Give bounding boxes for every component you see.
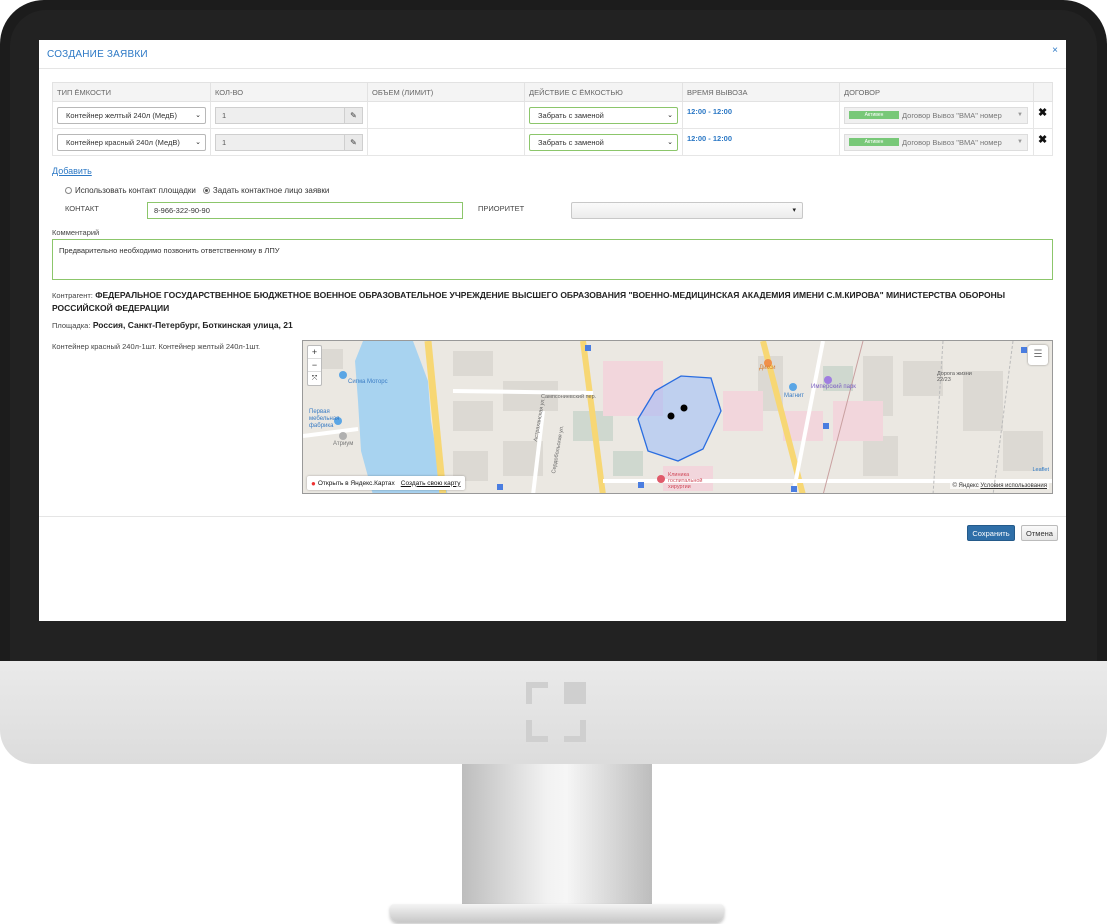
radio-use-site-contact[interactable]: Использовать контакт площадки — [65, 186, 196, 195]
map-label-street: Сампсониевский пер. — [541, 394, 597, 400]
remove-row-icon[interactable]: ✖ — [1038, 134, 1047, 146]
chevron-down-icon: ⌄ — [667, 139, 673, 146]
col-header-time: ВРЕМЯ ВЫВОЗА — [682, 82, 840, 102]
radio-on-icon — [202, 187, 210, 194]
quantity-field[interactable]: 1 ✎ — [215, 133, 363, 151]
container-type-select[interactable]: Контейнер красный 240л (МедВ) ⌄ — [57, 133, 206, 151]
action-select[interactable]: Забрать с заменой ⌄ — [529, 106, 678, 124]
map-footer: ● Открыть в Яндекс.Картах Создать свою ка… — [307, 476, 465, 490]
priority-select[interactable]: ▾ — [571, 202, 803, 219]
pickup-time[interactable]: 12:00 - 12:00 — [687, 134, 732, 143]
col-header-qty: КОЛ-ВО — [210, 82, 368, 102]
create-map-link[interactable]: Создать свою карту — [401, 480, 461, 487]
table-header-row: ТИП ЁМКОСТИ КОЛ-ВО ОБЪЕМ (ЛИМИТ) ДЕЙСТВИ… — [52, 82, 1054, 102]
chevron-down-icon: ⌄ — [195, 139, 201, 146]
container-type-select[interactable]: Контейнер желтый 240л (МедБ) ⌄ — [57, 106, 206, 124]
close-icon[interactable]: × — [1052, 45, 1058, 56]
pickup-time[interactable]: 12:00 - 12:00 — [687, 107, 732, 116]
map-label-doroga: Дорога жизни 22/23 — [937, 371, 972, 383]
comment-label: Комментарий — [52, 228, 100, 237]
chevron-down-icon: ⌄ — [667, 112, 673, 119]
edit-icon[interactable]: ✎ — [344, 107, 362, 123]
map-label-sigma: Сигма Моторс — [348, 379, 388, 385]
containers-table: ТИП ЁМКОСТИ КОЛ-ВО ОБЪЕМ (ЛИМИТ) ДЕЙСТВИ… — [52, 82, 1054, 156]
col-header-contract: ДОГОВОР — [839, 82, 1034, 102]
divider — [39, 516, 1066, 517]
monitor: СОЗДАНИЕ ЗАЯВКИ × ТИП ЁМКОСТИ КОЛ-ВО ОБЪ… — [0, 0, 1107, 924]
contractor-info: Контрагент: ФЕДЕРАЛЬНОЕ ГОСУДАРСТВЕННОЕ … — [52, 290, 1006, 313]
status-badge: Активен — [849, 111, 899, 119]
col-header-volume: ОБЪЕМ (ЛИМИТ) — [367, 82, 525, 102]
map-label-dixy: Дикси — [759, 365, 776, 371]
edit-icon[interactable]: ✎ — [344, 134, 362, 150]
quantity-field[interactable]: 1 ✎ — [215, 106, 363, 124]
col-header-type: ТИП ЁМКОСТИ — [52, 82, 211, 102]
leaflet-link[interactable]: Leaflet — [1032, 467, 1049, 473]
divider — [39, 68, 1066, 69]
site-address: Россия, Санкт-Петербург, Боткинская улиц… — [92, 320, 293, 330]
map-pin-icon: ● — [311, 478, 316, 488]
containers-summary: Контейнер красный 240л-1шт. Контейнер же… — [52, 342, 261, 351]
screen: СОЗДАНИЕ ЗАЯВКИ × ТИП ЁМКОСТИ КОЛ-ВО ОБЪ… — [39, 40, 1066, 621]
dialog-title: СОЗДАНИЕ ЗАЯВКИ — [47, 49, 148, 60]
radio-off-icon — [65, 187, 72, 194]
open-in-yandex-link[interactable]: ● Открыть в Яндекс.Картах — [311, 479, 395, 488]
brand-logo-icon — [526, 682, 586, 742]
action-select[interactable]: Забрать с заменой ⌄ — [529, 133, 678, 151]
radio-set-request-contact[interactable]: Задать контактное лицо заявки — [202, 186, 329, 195]
table-row: Контейнер красный 240л (МедВ) ⌄ 1 ✎ Забрат… — [52, 128, 1054, 156]
zoom-controls: + − ⤧ — [307, 345, 322, 386]
col-header-action: ДЕЙСТВИЕ С ЁМКОСТЬЮ — [524, 82, 683, 102]
map-copyright: © Яндекс Условия использования — [950, 483, 1049, 489]
cancel-button[interactable]: Отмена — [1021, 525, 1058, 541]
chevron-down-icon: ⌄ — [195, 112, 201, 119]
remove-row-icon[interactable]: ✖ — [1038, 107, 1047, 119]
volume-cell — [367, 101, 525, 129]
contract-select[interactable]: Активен Договор Вывоз "ВМА" номер ▼ — [844, 106, 1028, 124]
add-row-link[interactable]: Добавить — [52, 166, 92, 176]
chevron-down-icon: ▼ — [1017, 139, 1023, 145]
map[interactable]: Сигма Моторс Первая мебельная фабрика Ат… — [302, 340, 1053, 494]
site-info: Площадка: Россия, Санкт-Петербург, Ботки… — [52, 320, 293, 330]
contact-input[interactable]: 8-966-322-90-90 — [147, 202, 463, 219]
map-label-fabrika: Первая мебельная фабрика — [309, 409, 340, 429]
contact-mode-group: Использовать контакт площадки Задать кон… — [65, 186, 329, 195]
map-label-klinika: Клиника госпитальной хирургии — [668, 472, 703, 490]
save-button[interactable]: Сохранить — [967, 525, 1015, 541]
status-badge: Активен — [849, 138, 899, 146]
map-label-magnit: Магнит — [784, 393, 805, 399]
volume-cell — [367, 128, 525, 156]
chevron-down-icon: ▼ — [1017, 112, 1023, 118]
contractor-name: ФЕДЕРАЛЬНОЕ ГОСУДАРСТВЕННОЕ БЮДЖЕТНОЕ ВО… — [52, 290, 1006, 313]
fullscreen-icon[interactable]: ⤧ — [308, 372, 321, 385]
table-row: Контейнер желтый 240л (МедБ) ⌄ 1 ✎ Забрать… — [52, 101, 1054, 129]
chevron-down-icon: ▾ — [792, 207, 796, 214]
comment-textarea[interactable]: Предварительно необходимо позвонить отве… — [52, 239, 1053, 280]
terms-link[interactable]: Условия использования — [980, 483, 1047, 489]
contact-label: КОНТАКТ — [65, 204, 99, 213]
monitor-stand — [390, 764, 724, 922]
map-label-atrium: Атриум — [333, 441, 354, 447]
zoom-in-button[interactable]: + — [308, 346, 321, 359]
map-label-park: Имперский парк — [811, 384, 856, 390]
contract-select[interactable]: Активен Договор Вывоз "ВМА" номер ▼ — [844, 133, 1028, 151]
priority-label: ПРИОРИТЕТ — [478, 204, 525, 213]
layers-icon[interactable]: ☰ — [1028, 345, 1048, 365]
zoom-out-button[interactable]: − — [308, 359, 321, 372]
col-header-remove — [1032, 82, 1054, 102]
